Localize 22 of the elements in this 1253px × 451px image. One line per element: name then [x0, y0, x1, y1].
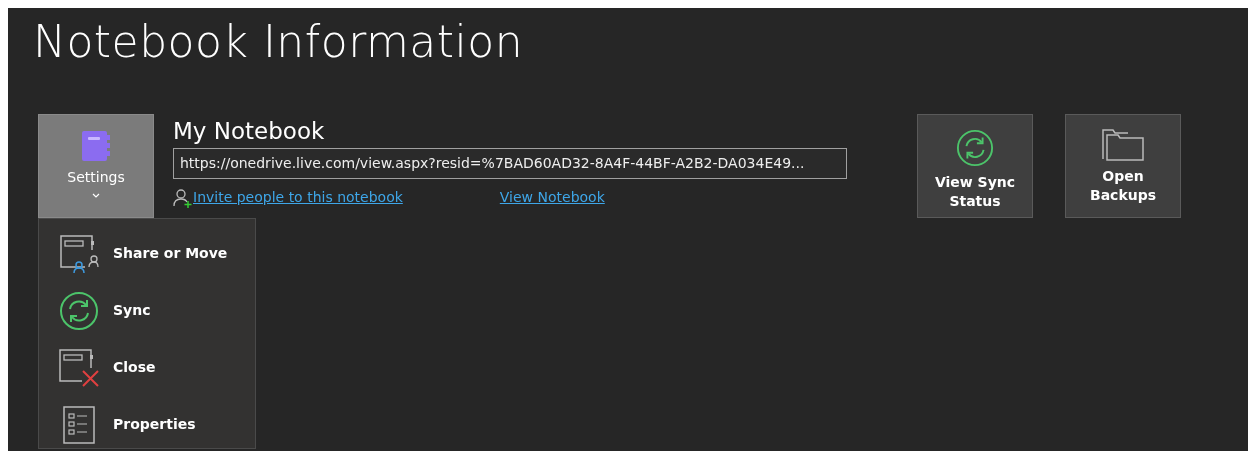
notebook-close-icon	[58, 347, 100, 388]
sync-icon	[956, 128, 994, 167]
menu-item[interactable]: Sync	[39, 282, 255, 339]
url-field[interactable]: https://onedrive.live.com/view.aspx?resid=%7BAD60AD32-8A4F-44BF-A2B2-DA034E49...	[173, 148, 847, 180]
settings-button[interactable]: Settings	[38, 113, 154, 218]
notebook-icon	[79, 128, 113, 163]
menu-item[interactable]: Close	[39, 339, 255, 396]
invite-link[interactable]: Invite people to this notebook	[193, 187, 403, 209]
folders-icon	[1102, 128, 1144, 161]
menu-item[interactable]: Properties	[39, 396, 255, 451]
sync-icon	[59, 290, 99, 331]
chevron-down-icon	[91, 191, 101, 200]
page-title: Notebook Information	[33, 16, 525, 69]
add-person-icon	[173, 187, 193, 208]
view-notebook-link[interactable]: View Notebook	[499, 187, 605, 209]
properties-list-icon	[63, 405, 95, 444]
menu-item[interactable]: Share or Move	[39, 225, 255, 282]
notebook-name: My Notebook	[173, 117, 326, 146]
notebook-share-icon	[59, 233, 99, 274]
settings-label: Settings	[67, 167, 125, 187]
open-backups-button[interactable]: Open Backups	[1065, 113, 1181, 218]
view-sync-status-button[interactable]: View Sync Status	[917, 113, 1033, 218]
